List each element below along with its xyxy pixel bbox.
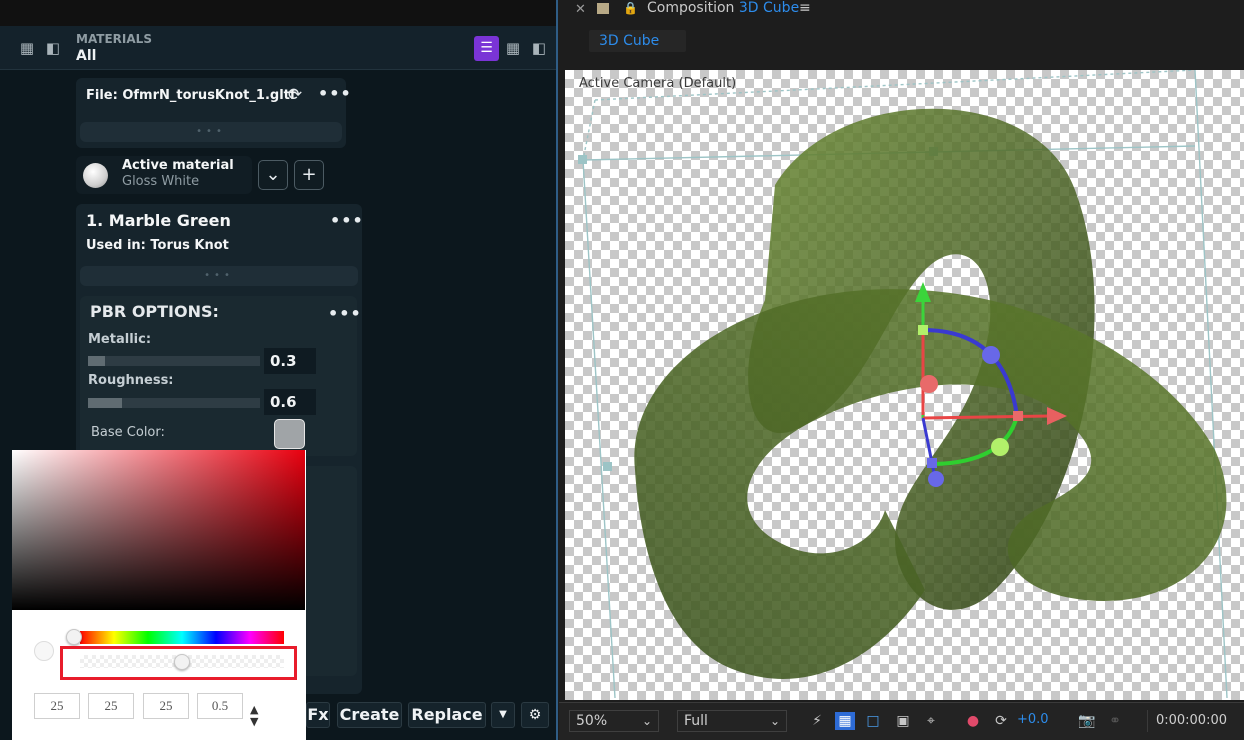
transparency-grid-icon[interactable]: ▦ bbox=[835, 712, 855, 730]
green-input[interactable]: 25 bbox=[88, 693, 134, 719]
reset-exposure-icon[interactable]: ⟳ bbox=[991, 712, 1011, 730]
pbr-options-card: PBR OPTIONS: ••• Metallic: 0.3 Roughness… bbox=[80, 296, 361, 456]
material-drag-handle[interactable]: ••• bbox=[80, 266, 358, 286]
scale-handle[interactable] bbox=[918, 325, 928, 335]
lock-icon[interactable]: 🔒 bbox=[623, 1, 638, 15]
tab-prefix: Composition bbox=[647, 0, 735, 16]
add-material-button[interactable]: + bbox=[294, 160, 324, 190]
metallic-label: Metallic: bbox=[88, 332, 152, 347]
close-tab-icon[interactable]: ✕ bbox=[575, 2, 586, 17]
resolution-value: Full bbox=[684, 713, 708, 729]
collapse-right-icon[interactable]: ◧ bbox=[530, 39, 548, 57]
comp-subtab[interactable]: 3D Cube bbox=[589, 30, 686, 52]
zoom-dropdown[interactable]: 50% ⌄ bbox=[569, 710, 659, 732]
highlight-box bbox=[60, 646, 297, 680]
more-options-icon[interactable]: ••• bbox=[318, 84, 352, 103]
grid-view-icon[interactable]: ▦ bbox=[504, 39, 522, 57]
composition-tab-title[interactable]: Composition 3D Cube bbox=[647, 0, 799, 16]
metallic-value[interactable]: 0.3 bbox=[264, 348, 316, 374]
rotate-handle[interactable] bbox=[920, 375, 938, 393]
saturation-area[interactable] bbox=[12, 450, 305, 610]
material-more-icon[interactable]: ••• bbox=[330, 211, 364, 230]
replace-dropdown-icon[interactable]: ▼ bbox=[491, 702, 515, 728]
torus-knot-model[interactable] bbox=[634, 108, 1227, 679]
cube-handle[interactable] bbox=[578, 155, 587, 164]
snapshot-camera-icon[interactable]: 📷 bbox=[1077, 712, 1097, 730]
color-picker: 25 25 25 0.5 ▲ ▼ bbox=[12, 450, 306, 740]
guides-icon[interactable]: ⌖ bbox=[921, 712, 941, 730]
materials-header: ▦ ◧ MATERIALS All ☰ ▦ ◧ bbox=[0, 26, 556, 70]
base-color-label: Base Color: bbox=[91, 425, 165, 440]
alpha-input[interactable]: 0.5 bbox=[197, 693, 243, 719]
base-color-swatch[interactable] bbox=[274, 419, 305, 449]
header-label: MATERIALS bbox=[76, 32, 152, 46]
material-preview-sphere bbox=[83, 163, 108, 188]
scale-handle[interactable] bbox=[927, 458, 937, 468]
metallic-fill bbox=[88, 356, 106, 366]
roughness-label: Roughness: bbox=[88, 373, 174, 388]
settings-gear-icon[interactable]: ⚙ bbox=[521, 702, 549, 728]
fx-button[interactable]: Fx bbox=[306, 702, 330, 728]
hue-knob[interactable] bbox=[66, 629, 82, 645]
composition-viewport[interactable]: Active Camera (Default) bbox=[565, 70, 1244, 700]
pbr-more-icon[interactable]: ••• bbox=[328, 304, 362, 323]
zoom-value: 50% bbox=[576, 713, 608, 729]
fast-preview-icon[interactable]: ⚡ bbox=[807, 712, 827, 730]
header-filter-value[interactable]: All bbox=[76, 48, 96, 64]
materials-panel: ▦ ◧ MATERIALS All ☰ ▦ ◧ File: OfmrN_toru… bbox=[0, 0, 558, 740]
used-in-label: Used in: Torus Knot bbox=[86, 238, 229, 253]
panel-tab-strip bbox=[0, 0, 556, 26]
mask-path-icon[interactable]: □ bbox=[863, 712, 883, 730]
layers-icon[interactable]: ☰ bbox=[474, 36, 499, 61]
composition-panel: ✕ 🔒 Composition 3D Cube ≡ 3D Cube Active… bbox=[559, 0, 1244, 740]
grid-icon[interactable]: ▦ bbox=[18, 39, 36, 57]
chevron-down-button[interactable]: ⌄ bbox=[258, 160, 288, 190]
picked-color-swatch bbox=[34, 641, 54, 661]
roughness-slider[interactable] bbox=[88, 398, 260, 408]
rotate-handle[interactable] bbox=[982, 346, 1000, 364]
menu-icon[interactable]: ≡ bbox=[799, 0, 811, 16]
drag-handle[interactable]: ••• bbox=[80, 122, 342, 142]
show-snapshot-icon[interactable]: ⚭ bbox=[1105, 712, 1125, 730]
hue-slider[interactable] bbox=[80, 631, 284, 644]
active-material-card[interactable]: Active material Gloss White bbox=[76, 156, 252, 194]
viewer-footer: 50% ⌄ Full ⌄ ⚡ ▦ □ ▣ ⌖ ● ⟳ +0.0 📷 ⚭ 0:00:0… bbox=[559, 702, 1244, 740]
comp-color-icon bbox=[597, 3, 609, 14]
viewport-scene bbox=[578, 70, 1228, 699]
pbr-title: PBR OPTIONS: bbox=[90, 302, 219, 321]
resolution-dropdown[interactable]: Full ⌄ bbox=[677, 710, 787, 732]
region-of-interest-icon[interactable]: ▣ bbox=[893, 712, 913, 730]
rotate-handle[interactable] bbox=[991, 438, 1009, 456]
cube-handle[interactable] bbox=[603, 462, 612, 471]
roughness-fill bbox=[88, 398, 123, 408]
material-title: 1. Marble Green bbox=[86, 211, 231, 230]
refresh-icon[interactable]: ⟳ bbox=[286, 86, 304, 104]
exposure-value[interactable]: +0.0 bbox=[1017, 712, 1049, 727]
metallic-slider[interactable] bbox=[88, 356, 260, 366]
roughness-value[interactable]: 0.6 bbox=[264, 389, 316, 415]
file-card: File: OfmrN_torusKnot_1.gltf ⟳ ••• ••• bbox=[76, 78, 351, 148]
collapse-panel-icon[interactable]: ◧ bbox=[44, 39, 62, 57]
create-button[interactable]: Create bbox=[337, 702, 402, 728]
channel-icon[interactable]: ● bbox=[963, 712, 983, 730]
blue-input[interactable]: 25 bbox=[143, 693, 189, 719]
replace-button[interactable]: Replace bbox=[408, 702, 486, 728]
scale-handle[interactable] bbox=[1013, 411, 1023, 421]
tab-name: 3D Cube bbox=[738, 0, 800, 16]
chevron-down-icon: ⌄ bbox=[641, 714, 652, 728]
file-name: File: OfmrN_torusKnot_1.gltf bbox=[86, 88, 296, 103]
timecode-display[interactable]: 0:00:00:00 bbox=[1147, 710, 1231, 732]
format-toggle-icon[interactable]: ▲ ▼ bbox=[250, 704, 258, 728]
red-input[interactable]: 25 bbox=[34, 693, 80, 719]
rotate-handle[interactable] bbox=[928, 471, 944, 487]
active-material-value: Gloss White bbox=[122, 174, 200, 189]
active-material-title: Active material bbox=[122, 158, 234, 173]
chevron-down-icon: ⌄ bbox=[769, 714, 780, 728]
